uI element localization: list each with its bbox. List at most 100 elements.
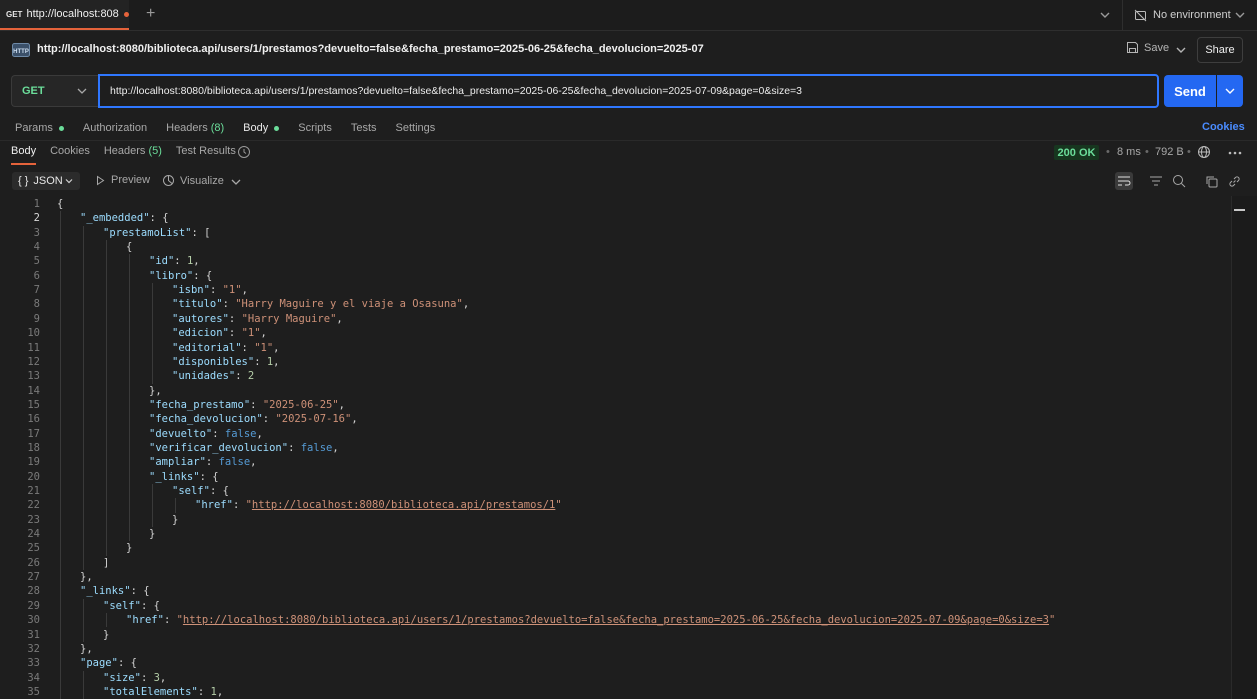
link-icon (1228, 175, 1240, 187)
tab-scripts[interactable]: Scripts (298, 121, 332, 135)
code-token: : [ (191, 226, 211, 239)
code-token: "page" (80, 657, 118, 670)
code-token: "verificar_devolucion" (149, 441, 289, 454)
code-token: , (462, 298, 470, 311)
more-icon[interactable] (1228, 151, 1242, 155)
code-text: "fecha_devolucion": "2025-07-16", (149, 412, 358, 426)
line-number: 13 (27, 370, 40, 383)
indent-guide (152, 283, 153, 384)
copy-button[interactable] (1202, 172, 1220, 190)
chevron-down-icon[interactable] (1098, 8, 1112, 22)
code-token: "self" (172, 485, 210, 497)
url-link[interactable]: http://localhost:8080/biblioteca.api/pre… (252, 499, 555, 511)
search-button[interactable] (1170, 172, 1188, 190)
response-tab-cookies[interactable]: Cookies (50, 145, 90, 163)
http-icon: HTTP (12, 43, 30, 57)
code-token: } (126, 542, 133, 555)
code-token: " (555, 499, 562, 512)
code-token: : { (149, 212, 169, 225)
headers-count: (8) (210, 122, 225, 134)
code-text: "titulo": "Harry Maguire y el viaje a Os… (172, 297, 469, 311)
svg-text:HTTP: HTTP (13, 49, 29, 55)
code-token: : (235, 370, 248, 383)
chevron-down-icon[interactable] (1233, 8, 1247, 22)
response-body-editor[interactable]: 1{2 "_embedded": {3 "prestamoList": [4{5 "i… (0, 196, 1232, 699)
request-tabs: Params Authorization Headers (8) Body Scr… (15, 121, 454, 135)
chevron-down-icon[interactable] (1174, 43, 1188, 57)
code-token: , (351, 413, 358, 426)
preview-label: Preview (111, 174, 151, 186)
code-token: } (149, 528, 156, 541)
tab-params[interactable]: Params (15, 121, 64, 135)
request-tab[interactable]: GET http://localhost:8080/bi (0, 0, 129, 30)
link-button[interactable] (1225, 172, 1243, 190)
code-token: : { (117, 657, 137, 670)
line-number: 33 (27, 657, 40, 670)
share-button[interactable]: Share (1197, 37, 1243, 63)
response-size[interactable]: 792 B (1155, 146, 1184, 158)
response-tab-test-results[interactable]: Test Results (176, 145, 236, 163)
code-text: "page": { (80, 656, 137, 670)
code-token: , (250, 456, 257, 469)
indent-guide (129, 254, 130, 542)
globe-icon[interactable] (1197, 145, 1211, 159)
format-value: JSON (33, 175, 63, 187)
line-number: 17 (27, 427, 40, 440)
response-time[interactable]: 8 ms (1117, 146, 1141, 158)
code-token: , (260, 327, 267, 340)
tab-settings[interactable]: Settings (396, 121, 436, 135)
response-tab-headers[interactable]: Headers (5) (104, 145, 162, 163)
line-number: 1 (33, 198, 40, 210)
code-token: "id" (149, 255, 175, 268)
send-button[interactable]: Send (1164, 75, 1216, 107)
history-icon[interactable] (237, 145, 251, 159)
scrollbar-thumb[interactable] (1234, 209, 1245, 211)
code-token: }, (80, 571, 93, 584)
code-text: { (57, 197, 63, 211)
url-input[interactable] (98, 74, 1159, 108)
code-token: "2025-06-25" (262, 398, 339, 411)
code-token: : (174, 255, 187, 268)
method-select[interactable]: GET (11, 75, 98, 107)
scrollbar[interactable] (1231, 196, 1257, 699)
wrap-icon (1118, 176, 1131, 186)
line-number: 5 (33, 255, 40, 268)
response-tab-body[interactable]: Body (11, 145, 37, 165)
environment-selector[interactable]: No environment (1134, 0, 1231, 30)
code-token: " (1048, 614, 1056, 627)
wrap-button[interactable] (1115, 172, 1133, 190)
tab-body[interactable]: Body (243, 121, 280, 135)
plus-icon[interactable]: + (146, 6, 155, 22)
code-token: "size" (103, 671, 141, 684)
line-number: 9 (33, 312, 40, 325)
filter-button[interactable] (1147, 172, 1165, 190)
line-number: 35 (27, 685, 40, 698)
indent-guide (83, 670, 84, 699)
cookies-link[interactable]: Cookies (1202, 121, 1245, 133)
line-number: 25 (27, 542, 40, 555)
code-text: "_links": { (149, 470, 219, 484)
visualize-button[interactable]: Visualize (162, 174, 224, 187)
tab-headers[interactable]: Headers (8) (166, 121, 224, 135)
code-token: 2 (247, 370, 255, 383)
response-headers-label: Headers (103, 145, 146, 157)
tab-tests[interactable]: Tests (351, 121, 377, 135)
format-select[interactable]: { } JSON (12, 172, 80, 190)
code-text: "editorial": "1", (172, 341, 280, 355)
url-link[interactable]: http://localhost:8080/biblioteca.api/use… (183, 614, 1049, 626)
tab-authorization[interactable]: Authorization (83, 121, 147, 135)
save-button[interactable]: Save (1126, 41, 1169, 54)
code-token: : { (130, 585, 150, 598)
preview-button[interactable]: Preview (95, 174, 150, 186)
line-number: 12 (27, 355, 40, 368)
code-text: "prestamoList": [ (103, 226, 210, 240)
request-title-url[interactable]: http://localhost:8080/biblioteca.api/use… (37, 43, 704, 55)
status-badge[interactable]: 200 OK (1054, 145, 1099, 160)
code-token: "_links" (149, 470, 200, 483)
code-token: "edicion" (172, 327, 229, 340)
code-text: "isbn": "1", (172, 283, 248, 297)
send-options-button[interactable] (1217, 75, 1243, 107)
chevron-down-icon[interactable] (230, 176, 242, 188)
code-token: "1" (254, 341, 274, 354)
params-dot (58, 125, 64, 131)
